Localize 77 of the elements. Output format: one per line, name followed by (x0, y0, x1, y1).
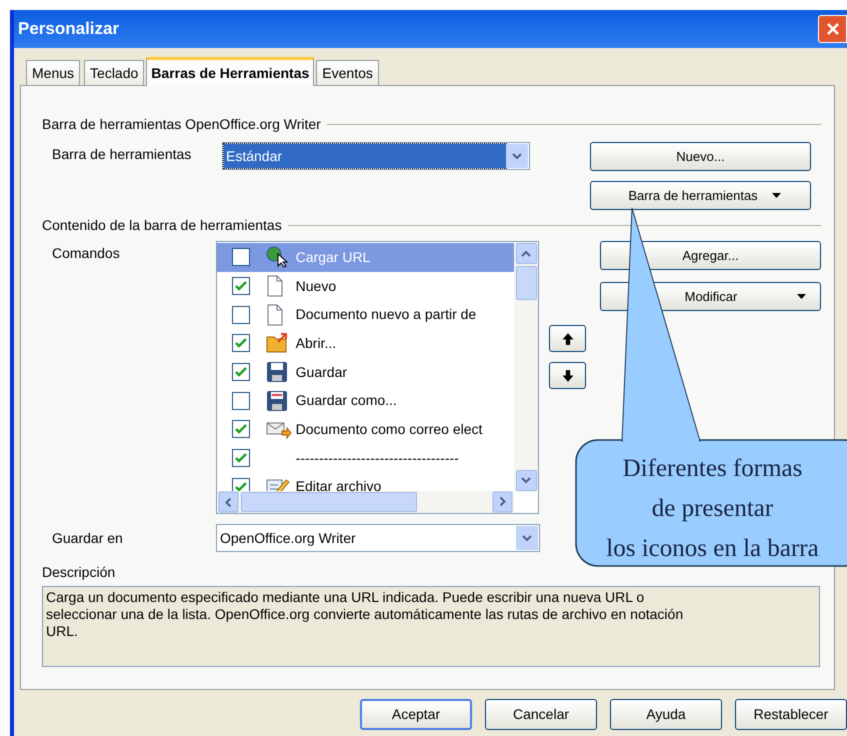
tab[interactable]: Eventos (316, 60, 379, 85)
description-text: Carga un documento especificado mediante una URL indicada. Puede escribir una nueva URL o seleccionar una de la lista. OpenOffice.org convierte automáticamente las rutas de archivo en notación URL. (42, 586, 820, 667)
close-icon (826, 22, 840, 36)
down-arrow-icon (560, 368, 574, 382)
checkbox[interactable] (232, 248, 250, 266)
checkbox[interactable] (232, 449, 250, 468)
checkbox[interactable] (232, 277, 250, 296)
chevron-icon (224, 497, 232, 507)
item-label: Documento como correo elect (296, 420, 482, 439)
help-button[interactable]: Ayuda (610, 699, 722, 730)
list-item[interactable]: Nuevo (216, 272, 514, 300)
list-item[interactable]: Documento nuevo a partir de (216, 300, 514, 330)
checkbox[interactable] (232, 334, 250, 352)
window-title: Personalizar (18, 18, 120, 40)
button-label: Barra de herramientas (628, 186, 758, 205)
tab[interactable]: Teclado (84, 60, 144, 85)
new-button[interactable]: Nuevo... (590, 142, 811, 171)
move-up-button[interactable] (549, 325, 586, 352)
document-icon (266, 275, 284, 298)
chevron-icon (498, 497, 506, 507)
item-label: Nuevo (296, 276, 336, 296)
chevron-icon (521, 477, 531, 484)
add-button[interactable]: Agregar... (600, 241, 821, 270)
checkbox[interactable] (232, 420, 250, 438)
save-in-select[interactable]: OpenOffice.org Writer (216, 524, 540, 552)
list-item[interactable]: Guardar como... (216, 386, 514, 416)
item-label: Abrir... (296, 334, 336, 353)
section-heading: Barra de herramientas OpenOffice.org Writer (42, 114, 321, 134)
field-label: Guardar en (51, 528, 124, 548)
button-label: Modificar (684, 288, 738, 306)
select-value: Estándar (224, 144, 506, 168)
field-label: Descripción (42, 563, 116, 582)
field-label: Barra de herramientas (51, 145, 192, 164)
dropdown-button[interactable] (516, 526, 538, 550)
folder-arrow-icon (266, 332, 290, 354)
vertical-scrollbar[interactable] (514, 242, 538, 492)
globe-cursor-icon (266, 246, 290, 268)
list-item[interactable]: Documento como correo elect (216, 415, 514, 444)
chevron-icon (521, 250, 531, 257)
item-label: Documento nuevo a partir de (296, 305, 476, 324)
item-label: Guardar como... (296, 391, 397, 410)
reset-button[interactable]: Restablecer (735, 699, 847, 730)
item-label: Guardar (296, 362, 348, 382)
list-item[interactable]: Guardar (216, 358, 514, 386)
checkbox[interactable] (232, 478, 250, 492)
document-icon (266, 304, 284, 326)
list-item[interactable]: ----------------------------------- (216, 444, 514, 472)
checkbox[interactable] (232, 392, 250, 410)
field-label: Comandos (51, 244, 121, 263)
section-heading: Contenido de la barra de herramientas (42, 216, 282, 234)
chevron-icon (512, 152, 522, 160)
chevron-icon (522, 534, 532, 542)
checkbox[interactable] (232, 306, 250, 324)
item-label: ----------------------------------- (296, 448, 459, 468)
toolbar-select[interactable]: Estándar (222, 142, 530, 170)
callout-text: Diferentes formas (622, 454, 802, 484)
callout-text: los iconos en la barra (606, 534, 819, 564)
horizontal-scrollbar[interactable] (216, 491, 514, 513)
item-label: Editar archivo (296, 477, 382, 492)
list-item[interactable]: Abrir... (216, 329, 514, 358)
toolbar-menu-button[interactable]: Barra de herramientas (590, 181, 811, 210)
dropdown-button[interactable] (506, 144, 528, 168)
dropdown-arrow-icon (797, 294, 806, 300)
dropdown-arrow-icon (772, 192, 781, 198)
up-arrow-icon (560, 332, 574, 346)
cancel-button[interactable]: Cancelar (485, 699, 597, 730)
tab[interactable]: Menus (26, 60, 80, 85)
move-down-button[interactable] (549, 362, 586, 389)
ok-button[interactable]: Aceptar (360, 699, 472, 730)
checkbox[interactable] (232, 363, 250, 382)
close-button[interactable] (818, 15, 847, 43)
select-value: OpenOffice.org Writer (219, 528, 357, 548)
scrollbar-thumb[interactable] (516, 266, 536, 300)
callout-text: de presentar (652, 494, 774, 524)
tab[interactable]: Barras de Herramientas (146, 57, 314, 86)
item-label: Cargar URL (296, 248, 370, 267)
scrollbar-thumb[interactable] (240, 492, 417, 512)
